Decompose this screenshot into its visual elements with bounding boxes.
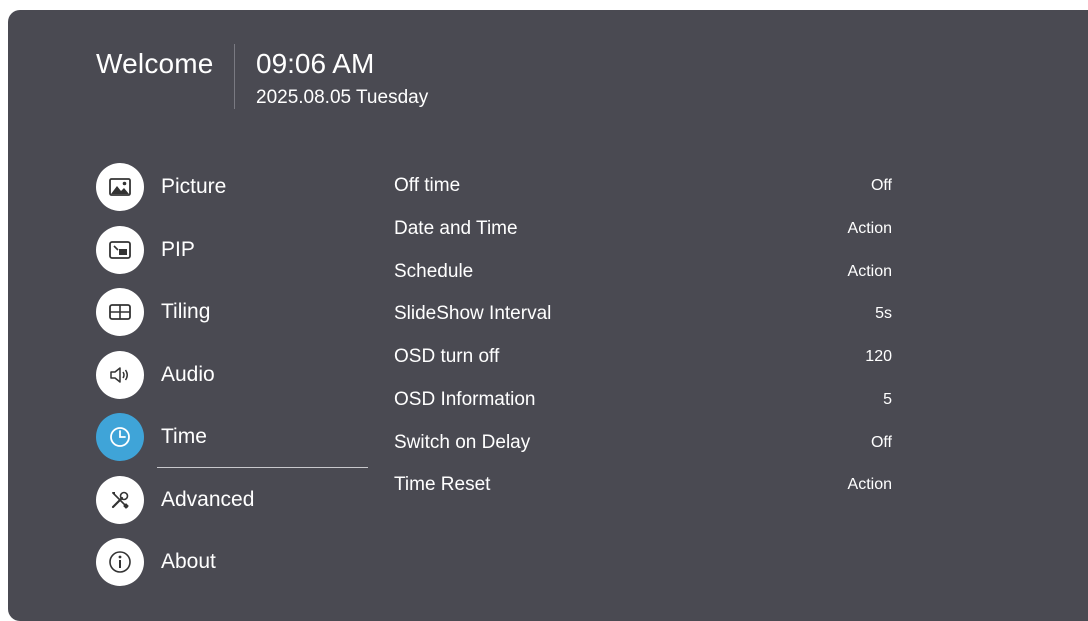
menu-item-advanced[interactable]: Advanced	[96, 475, 376, 524]
setting-label: Switch on Delay	[394, 431, 531, 453]
current-time: 09:06 AM	[256, 48, 375, 79]
menu-item-label: Tiling	[161, 300, 211, 323]
main-menu: Picture PIP Tiling Audio Time Advanced A…	[96, 163, 376, 601]
current-date: 2025.08.05 Tuesday	[256, 87, 429, 108]
setting-label: Time Reset	[394, 474, 491, 496]
tools-icon	[96, 475, 144, 524]
welcome-title: Welcome	[96, 48, 214, 79]
setting-label: Schedule	[394, 260, 474, 282]
menu-item-label: Time	[161, 425, 207, 448]
setting-label: Off time	[394, 175, 461, 196]
speaker-icon	[96, 350, 144, 399]
setting-time-reset[interactable]: Time Reset Action	[394, 472, 892, 515]
selected-underline	[157, 467, 368, 468]
setting-schedule[interactable]: Schedule Action	[394, 259, 892, 302]
setting-value: 120	[865, 348, 892, 365]
setting-value: 5s	[875, 305, 892, 323]
menu-item-time[interactable]: Time	[96, 413, 376, 468]
osd-menu-panel: Welcome 09:06 AM 2025.08.05 Tuesday Pict…	[8, 10, 1088, 621]
setting-value: Action	[847, 219, 892, 237]
menu-item-picture[interactable]: Picture	[96, 163, 376, 211]
setting-value: Off	[870, 177, 892, 194]
menu-item-audio[interactable]: Audio	[96, 350, 376, 399]
menu-item-label: About	[161, 550, 216, 573]
setting-slideshow-interval[interactable]: SlideShow Interval 5s	[394, 301, 892, 344]
setting-value: 5	[883, 390, 892, 408]
menu-item-label: Audio	[161, 362, 215, 386]
menu-item-tiling[interactable]: Tiling	[96, 288, 376, 336]
setting-label: Date and Time	[394, 217, 518, 239]
setting-value: Off	[870, 433, 892, 451]
setting-switch-on-delay[interactable]: Switch on Delay Off	[394, 430, 892, 473]
picture-icon	[96, 163, 144, 211]
setting-value: Action	[847, 262, 892, 280]
time-settings-list: Off time Off Date and Time Action Schedu…	[394, 173, 892, 515]
setting-label: OSD Information	[394, 388, 536, 410]
info-icon	[96, 538, 144, 586]
clock-icon	[96, 413, 144, 461]
tiling-icon	[96, 288, 144, 336]
setting-off-time[interactable]: Off time Off	[394, 173, 892, 216]
setting-value: Action	[847, 476, 892, 494]
menu-item-label: Advanced	[161, 487, 255, 511]
menu-item-pip[interactable]: PIP	[96, 225, 376, 274]
menu-item-label: PIP	[161, 237, 195, 261]
setting-osd-information[interactable]: OSD Information 5	[394, 387, 892, 430]
setting-label: SlideShow Interval	[394, 303, 552, 325]
menu-item-about[interactable]: About	[96, 538, 376, 586]
menu-item-label: Picture	[161, 175, 227, 198]
header-divider	[234, 44, 235, 109]
setting-label: OSD turn off	[394, 346, 500, 367]
setting-date-and-time[interactable]: Date and Time Action	[394, 216, 892, 259]
pip-icon	[96, 225, 144, 274]
setting-osd-turn-off[interactable]: OSD turn off 120	[394, 344, 892, 387]
